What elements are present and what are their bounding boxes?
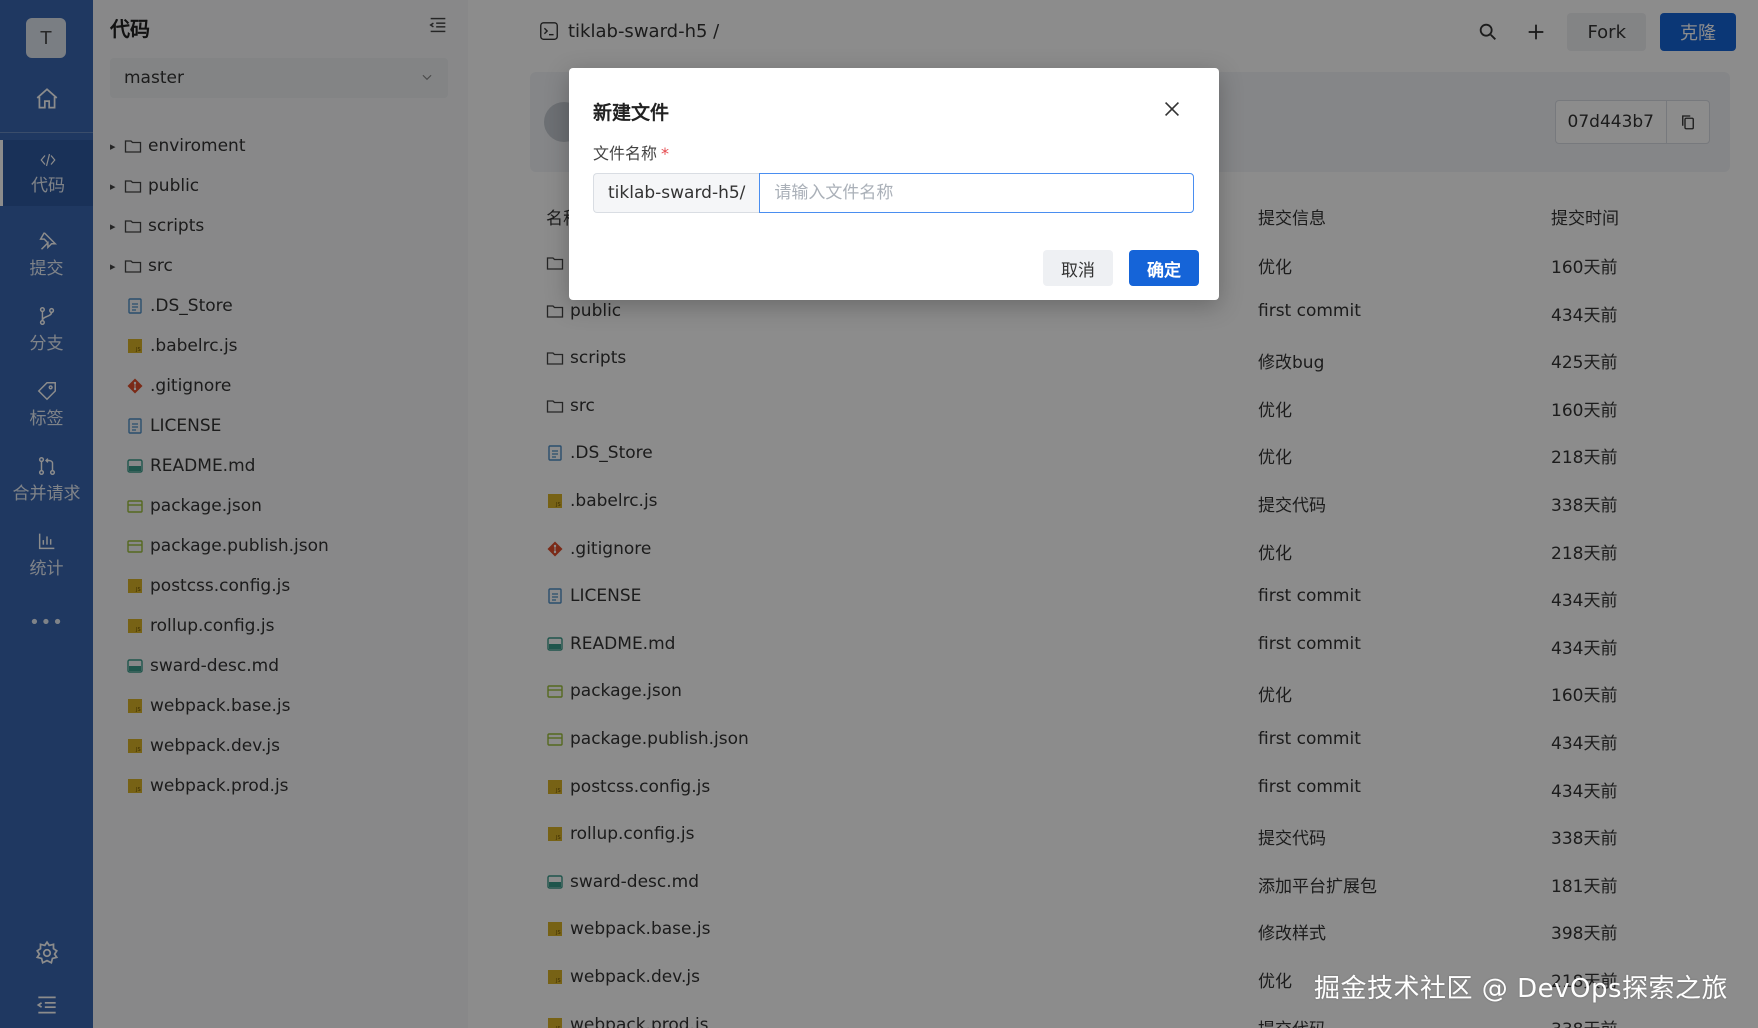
dialog-footer: 取消 确定	[1043, 250, 1199, 286]
file-name-label-text: 文件名称	[593, 144, 658, 163]
cancel-button[interactable]: 取消	[1043, 250, 1113, 286]
watermark: 掘金技术社区 @ DevOps探索之旅	[1314, 974, 1728, 1004]
file-name-input-group: tiklab-sward-h5/	[593, 173, 1194, 213]
close-icon[interactable]	[1161, 98, 1183, 120]
new-file-dialog: 新建文件 文件名称* tiklab-sward-h5/ 取消 确定	[569, 68, 1219, 300]
dialog-title: 新建文件	[593, 102, 670, 124]
confirm-button[interactable]: 确定	[1129, 250, 1199, 286]
file-name-input[interactable]	[759, 173, 1194, 213]
required-mark: *	[661, 144, 670, 163]
file-name-label: 文件名称 *	[593, 140, 669, 164]
path-prefix: tiklab-sward-h5/	[593, 173, 760, 213]
